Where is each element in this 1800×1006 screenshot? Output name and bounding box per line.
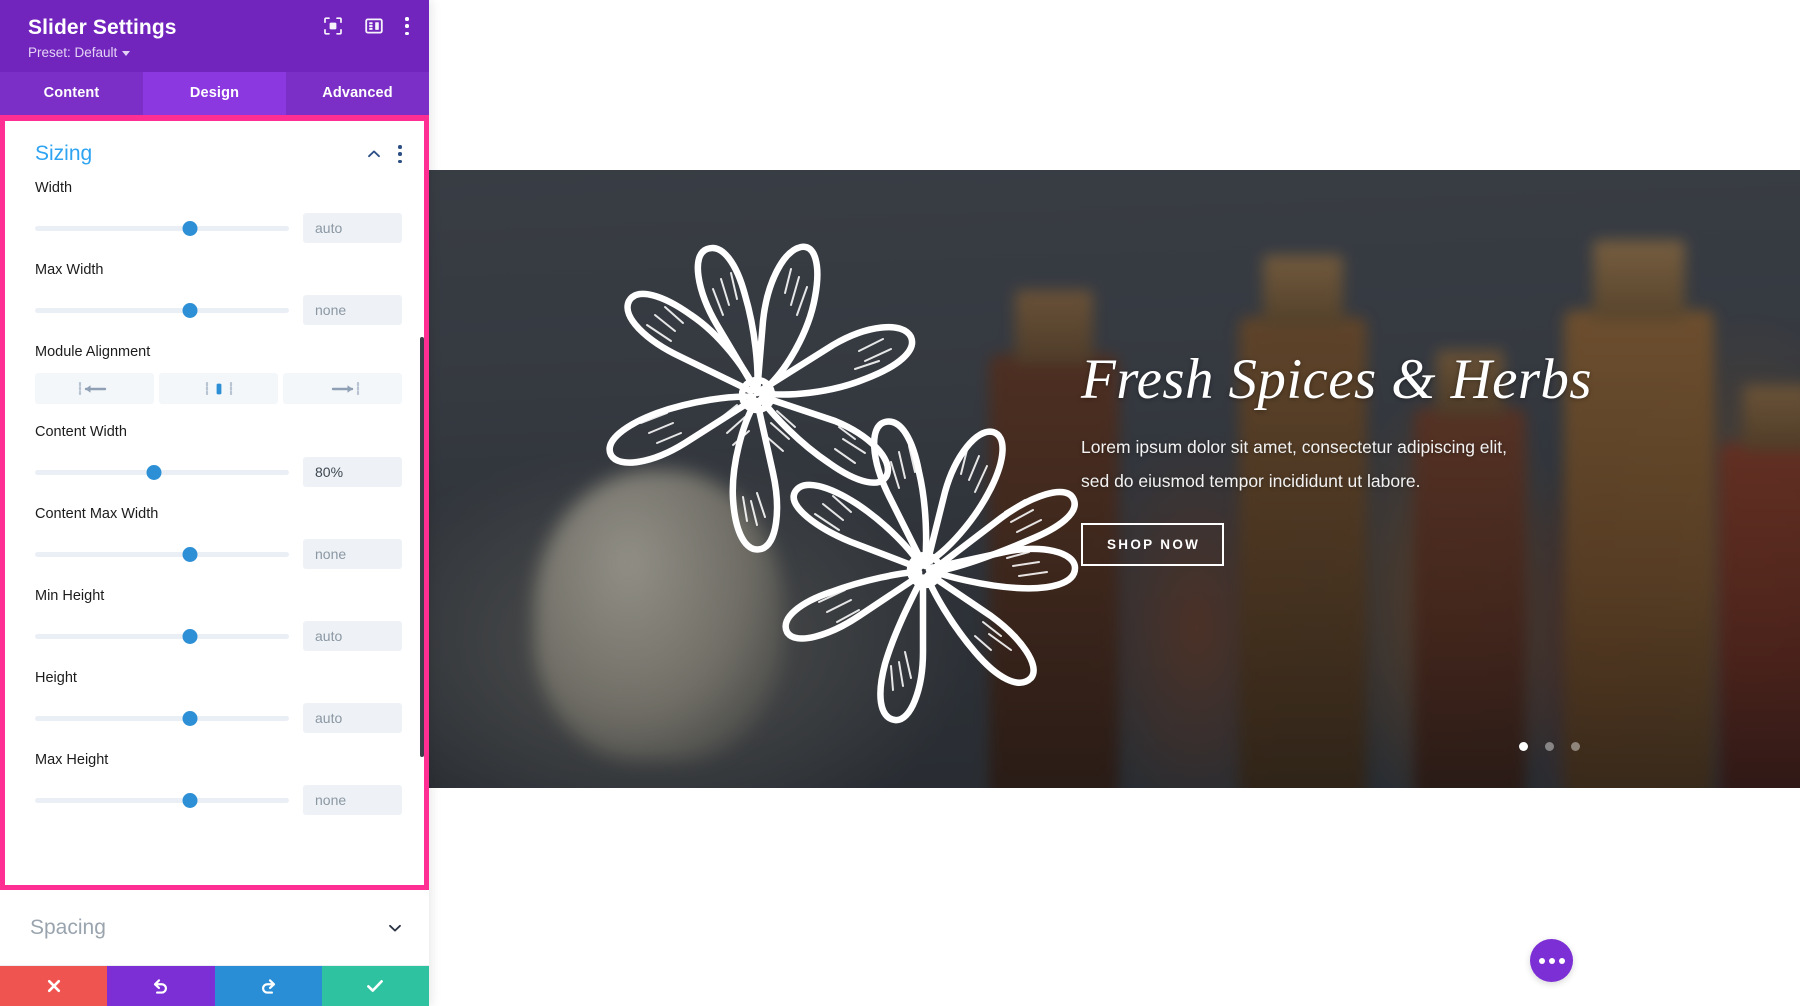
page-canvas: Fresh Spices & Herbs Lorem ipsum dolor s… (429, 0, 1800, 1006)
redo-button[interactable] (214, 966, 322, 1006)
close-icon (47, 979, 60, 993)
field-height: Height auto (5, 670, 424, 733)
app-root: Fresh Spices & Herbs Lorem ipsum dolor s… (0, 0, 1800, 1006)
align-center-icon (205, 381, 232, 396)
slide-heading: Fresh Spices & Herbs (1081, 348, 1592, 411)
chevron-down-icon (122, 51, 131, 56)
module-alignment-group (5, 373, 424, 404)
slide-paragraph: Lorem ipsum dolor sit amet, consectetur … (1081, 430, 1701, 498)
layout-panel-icon[interactable] (364, 16, 384, 36)
save-button[interactable] (321, 966, 429, 1006)
align-left-button[interactable] (35, 373, 154, 404)
content-width-slider[interactable] (35, 463, 289, 481)
page-settings-fab[interactable] (1530, 939, 1573, 982)
sizing-section-actions (366, 145, 402, 163)
panel-scrollbar[interactable] (418, 121, 424, 885)
align-center-button[interactable] (159, 373, 278, 404)
cancel-button[interactable] (0, 966, 108, 1006)
field-label: Height (35, 670, 77, 686)
field-label: Content Width (35, 424, 127, 440)
undo-icon (154, 978, 168, 994)
field-content-width: Content Width 80% (5, 424, 424, 487)
slider-settings-panel: Slider Settings Preset: Default Content … (0, 0, 429, 1006)
ellipsis-dot-3 (1558, 957, 1565, 964)
align-right-icon (331, 381, 359, 396)
field-max-width: Max Width none (5, 262, 424, 325)
min-height-slider[interactable] (35, 627, 289, 645)
slider-dot-2[interactable] (1545, 742, 1554, 751)
tab-design[interactable]: Design (143, 72, 286, 115)
align-right-button[interactable] (283, 373, 402, 404)
max-width-input[interactable]: none (303, 295, 402, 325)
sizing-section-highlight: Sizing Width auto Max Width none Module … (0, 115, 429, 890)
panel-tabs: Content Design Advanced (0, 72, 429, 115)
height-input[interactable]: auto (303, 703, 402, 733)
focus-target-icon[interactable] (323, 16, 343, 36)
sizing-section: Sizing Width auto Max Width none Module … (5, 121, 424, 844)
panel-scroll-body: Sizing Width auto Max Width none Module … (5, 121, 424, 885)
slider-module[interactable]: Fresh Spices & Herbs Lorem ipsum dolor s… (429, 170, 1800, 788)
sizing-section-header: Sizing (5, 121, 424, 180)
field-min-height: Min Height auto (5, 588, 424, 651)
field-label: Width (35, 180, 73, 196)
slider-dot-3[interactable] (1571, 742, 1580, 751)
ellipsis-dot-1 (1538, 957, 1545, 964)
max-width-slider[interactable] (35, 301, 289, 319)
section-title: Sizing (35, 142, 93, 165)
chevron-up-icon[interactable] (366, 146, 382, 162)
content-max-width-input[interactable]: none (303, 539, 402, 569)
slider-dot-1[interactable] (1519, 742, 1528, 751)
scrollbar-thumb[interactable] (420, 337, 424, 757)
tab-advanced[interactable]: Advanced (286, 72, 429, 115)
panel-header-actions (323, 16, 409, 36)
slider-pagination (1519, 742, 1580, 751)
width-slider[interactable] (35, 219, 289, 237)
preset-selector[interactable]: Preset: Default (28, 45, 405, 60)
field-max-height: Max Height none (5, 752, 424, 815)
panel-footer-actions (0, 966, 429, 1006)
field-module-alignment: Module Alignment (5, 344, 424, 361)
width-input[interactable]: auto (303, 213, 402, 243)
field-label: Min Height (35, 588, 105, 604)
max-height-slider[interactable] (35, 791, 289, 809)
redo-icon (261, 978, 275, 994)
tab-content[interactable]: Content (0, 72, 143, 115)
field-label: Module Alignment (35, 344, 151, 360)
chevron-down-icon[interactable] (387, 920, 403, 936)
spacing-section[interactable]: Spacing (0, 890, 429, 966)
max-height-input[interactable]: none (303, 785, 402, 815)
slide-paragraph-line-2: sed do eiusmod tempor incididunt ut labo… (1081, 471, 1421, 491)
kebab-menu-icon[interactable] (398, 145, 402, 163)
field-label: Max Height (35, 752, 109, 768)
field-label: Max Width (35, 262, 104, 278)
ellipsis-dot-2 (1548, 957, 1555, 964)
shop-now-button[interactable]: SHOP NOW (1081, 523, 1225, 566)
undo-button[interactable] (107, 966, 215, 1006)
content-max-width-slider[interactable] (35, 545, 289, 563)
min-height-input[interactable]: auto (303, 621, 402, 651)
panel-header: Slider Settings Preset: Default (0, 0, 429, 72)
field-width: Width auto (5, 180, 424, 243)
align-left-icon (78, 381, 106, 396)
spacing-title: Spacing (30, 915, 106, 939)
slide-paragraph-line-1: Lorem ipsum dolor sit amet, consectetur … (1081, 437, 1508, 457)
slide-content: Fresh Spices & Herbs Lorem ipsum dolor s… (1081, 348, 1701, 566)
height-slider[interactable] (35, 709, 289, 727)
preset-label: Preset: Default (28, 45, 118, 60)
field-content-max-width: Content Max Width none (5, 506, 424, 569)
kebab-menu-icon[interactable] (405, 17, 409, 35)
content-width-input[interactable]: 80% (303, 457, 402, 487)
check-icon (367, 980, 384, 992)
field-label: Content Max Width (35, 506, 159, 522)
